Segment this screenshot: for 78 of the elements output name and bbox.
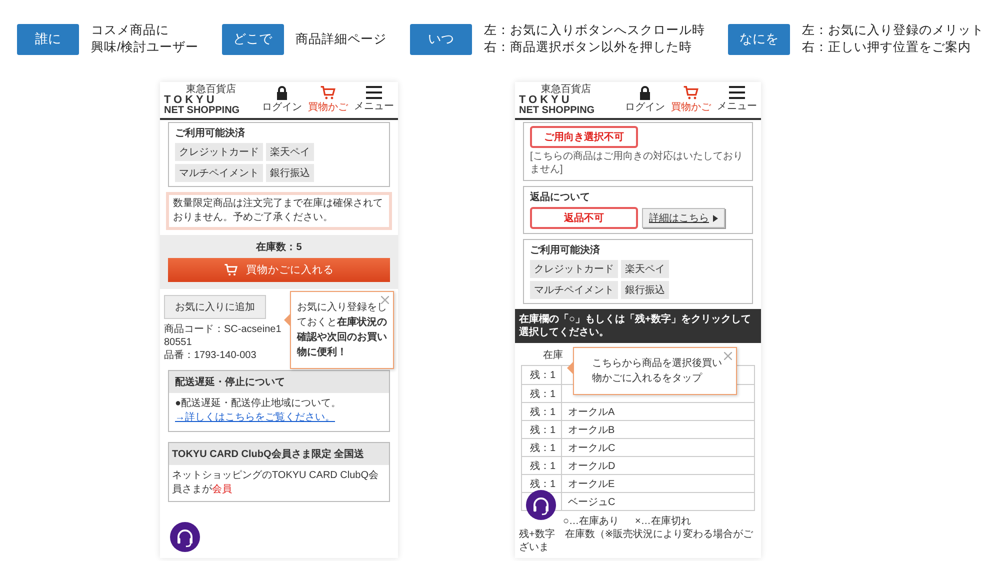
product-code: 品番：1793-140-003 xyxy=(164,349,256,362)
payment-tag: マルチペイメント xyxy=(530,281,618,299)
details-button[interactable]: 詳細はこちら xyxy=(642,208,725,228)
caret-icon xyxy=(713,214,718,222)
restriction-label: ご用向き選択不可 xyxy=(530,126,638,148)
payment-tag: 銀行振込 xyxy=(266,164,314,182)
legend-text: ×…在庫切れ xyxy=(635,514,691,528)
favorite-button[interactable]: お気に入りに追加 xyxy=(164,295,266,319)
nav-button[interactable]: メニュー xyxy=(717,86,757,114)
delivery-text: ●配送遅延・配送停止地域について。 →詳しくはこちらをご覧ください。 xyxy=(174,396,342,427)
logo-subtitle: 東急百貨店 xyxy=(186,84,237,94)
nav-button[interactable]: ログイン xyxy=(625,86,665,114)
panel-title: 返品について xyxy=(530,190,591,204)
payment-tag: 楽天ペイ xyxy=(266,143,314,161)
logo-tagline: NET SHOPPING xyxy=(164,106,240,116)
shade-cell[interactable]: オークルE xyxy=(562,475,754,492)
add-to-cart-button[interactable]: 買物かごに入れる xyxy=(168,258,390,282)
stock-cell[interactable]: 残：1 xyxy=(522,366,562,384)
headset-icon[interactable] xyxy=(526,490,556,520)
description-text: 左：お気に入り登録のメリット xyxy=(802,22,984,39)
stock-cell[interactable]: 残：1 xyxy=(522,457,562,474)
panel-title: ご利用可能決済 xyxy=(175,126,246,140)
payment-tag: 銀行振込 xyxy=(621,281,669,299)
payment-tag: クレジットカード xyxy=(530,260,618,278)
category-label: 誰に xyxy=(17,24,79,54)
payment-tag: マルチペイメント xyxy=(175,164,263,182)
details-link[interactable]: →詳しくはこちらをご覧ください。 xyxy=(175,411,335,425)
category-label: どこで xyxy=(222,24,284,54)
description-text: 興味/検討ユーザー xyxy=(91,39,198,56)
panel-title: 配送遅延・停止について xyxy=(169,371,389,393)
tooltip-text: お気に入り登録をしておくと在庫状況の確認や次回のお買い物に便利！ xyxy=(297,300,387,360)
nav-button[interactable]: 買物かご xyxy=(671,86,711,114)
legend-note: 残+数字 在庫数（※販売状況により変わる場合がございま xyxy=(519,528,754,554)
category-label: なにを xyxy=(728,24,790,54)
description-text: 右：正しい押す位置をご案内 xyxy=(802,39,972,56)
returns-label: 返品不可 xyxy=(530,207,638,229)
cart-icon xyxy=(683,86,699,100)
payment-tag: クレジットカード xyxy=(175,143,263,161)
stock-cell[interactable]: 残：1 xyxy=(522,421,562,438)
stock-count: 在庫数：5 xyxy=(256,240,302,254)
tooltip-text: こちらから商品を選択後買い物かごに入れるをタップ xyxy=(592,356,722,386)
shade-cell[interactable]: オークルD xyxy=(562,457,754,474)
lock-icon xyxy=(276,86,288,100)
shade-cell[interactable]: ベージュC xyxy=(562,493,754,510)
shade-cell[interactable]: オークルC xyxy=(562,439,754,456)
stock-cell[interactable]: 残：1 xyxy=(522,385,562,402)
nav-button[interactable]: ログイン xyxy=(262,86,302,114)
restriction-text: [こちらの商品はご用向きの対応はいたしておりません] xyxy=(530,150,744,176)
menu-icon xyxy=(729,86,745,99)
lock-icon xyxy=(639,86,651,100)
cart-icon xyxy=(224,264,238,276)
nav-button[interactable]: 買物かご xyxy=(308,86,348,114)
panel-title: ご利用可能決済 xyxy=(530,243,601,257)
stock-cell[interactable]: 残：1 xyxy=(522,403,562,420)
panel-title: TOKYU CARD ClubQ会員さま限定 全国送 xyxy=(169,443,389,465)
instruction-banner: 在庫欄の「○」もしくは「残+数字」をクリックして選択してください。 xyxy=(515,309,761,343)
category-label: いつ xyxy=(410,24,472,54)
description-text: コスメ商品に xyxy=(91,22,170,39)
stock-cell[interactable]: 残：1 xyxy=(522,439,562,456)
shade-cell[interactable]: オークルA xyxy=(562,403,754,420)
description-text: 左：お気に入りボタンへスクロール時 xyxy=(484,22,705,39)
logo-tagline: NET SHOPPING xyxy=(519,106,595,116)
logo-brand: TOKYU xyxy=(164,94,218,106)
logo-brand: TOKYU xyxy=(519,94,572,106)
description-text: 右：商品選択ボタン以外を押した時 xyxy=(484,39,693,56)
club-text: ネットショッピングのTOKYU CARD ClubQ会員さまが会員 xyxy=(171,469,380,497)
shade-cell[interactable]: オークルB xyxy=(562,421,754,438)
logo-subtitle: 東急百貨店 xyxy=(541,84,592,94)
legend-text: ○…在庫あり xyxy=(563,514,620,528)
description-text: 商品詳細ページ xyxy=(296,30,387,48)
column-header: 在庫 xyxy=(542,348,563,363)
cart-icon xyxy=(320,86,336,100)
headset-icon[interactable] xyxy=(170,522,200,552)
notice-text: 数量限定商品は注文完了まで在庫は確保されておりません。予めご了承ください。 xyxy=(166,192,392,230)
product-code: 商品コード：SC-acseine180551 xyxy=(164,323,282,349)
nav-button[interactable]: メニュー xyxy=(354,86,394,114)
payment-tag: 楽天ペイ xyxy=(621,260,669,278)
menu-icon xyxy=(366,86,382,99)
